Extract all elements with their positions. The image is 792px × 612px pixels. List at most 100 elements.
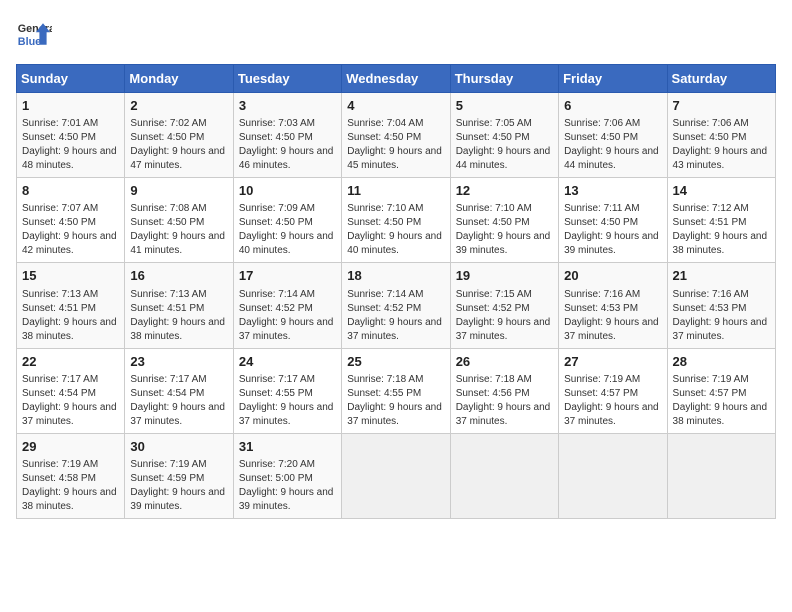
logo: General Blue (16, 16, 52, 52)
daylight-info: Daylight: 9 hours and 44 minutes. (564, 145, 661, 173)
day-number: 5 (456, 97, 553, 115)
calendar-day-27: 27 Sunrise: 7:19 AM Sunset: 4:57 PM Dayl… (559, 348, 667, 433)
day-number: 22 (22, 353, 119, 371)
sunset-info: Sunset: 4:54 PM (22, 387, 119, 401)
sunset-info: Sunset: 4:58 PM (22, 472, 119, 486)
sunrise-info: Sunrise: 7:06 AM (564, 117, 661, 131)
sunrise-info: Sunrise: 7:08 AM (130, 202, 227, 216)
daylight-info: Daylight: 9 hours and 39 minutes. (456, 230, 553, 258)
sunset-info: Sunset: 4:50 PM (564, 131, 661, 145)
sunset-info: Sunset: 4:50 PM (239, 216, 336, 230)
day-number: 28 (673, 353, 770, 371)
sunrise-info: Sunrise: 7:09 AM (239, 202, 336, 216)
day-header-thursday: Thursday (450, 65, 558, 93)
sunset-info: Sunset: 4:51 PM (673, 216, 770, 230)
daylight-info: Daylight: 9 hours and 42 minutes. (22, 230, 119, 258)
sunset-info: Sunset: 4:55 PM (347, 387, 444, 401)
sunrise-info: Sunrise: 7:19 AM (673, 373, 770, 387)
sunset-info: Sunset: 4:50 PM (347, 216, 444, 230)
calendar-header-row: SundayMondayTuesdayWednesdayThursdayFrid… (17, 65, 776, 93)
sunset-info: Sunset: 4:50 PM (673, 131, 770, 145)
sunset-info: Sunset: 4:59 PM (130, 472, 227, 486)
calendar-day-8: 8 Sunrise: 7:07 AM Sunset: 4:50 PM Dayli… (17, 178, 125, 263)
calendar-week-2: 8 Sunrise: 7:07 AM Sunset: 4:50 PM Dayli… (17, 178, 776, 263)
calendar-day-23: 23 Sunrise: 7:17 AM Sunset: 4:54 PM Dayl… (125, 348, 233, 433)
calendar-day-22: 22 Sunrise: 7:17 AM Sunset: 4:54 PM Dayl… (17, 348, 125, 433)
sunrise-info: Sunrise: 7:13 AM (22, 288, 119, 302)
day-number: 23 (130, 353, 227, 371)
daylight-info: Daylight: 9 hours and 38 minutes. (22, 486, 119, 514)
calendar-day-31: 31 Sunrise: 7:20 AM Sunset: 5:00 PM Dayl… (233, 433, 341, 518)
calendar-day-7: 7 Sunrise: 7:06 AM Sunset: 4:50 PM Dayli… (667, 93, 775, 178)
sunrise-info: Sunrise: 7:07 AM (22, 202, 119, 216)
day-number: 1 (22, 97, 119, 115)
sunrise-info: Sunrise: 7:16 AM (673, 288, 770, 302)
daylight-info: Daylight: 9 hours and 38 minutes. (130, 316, 227, 344)
day-header-wednesday: Wednesday (342, 65, 450, 93)
empty-cell (342, 433, 450, 518)
sunset-info: Sunset: 5:00 PM (239, 472, 336, 486)
day-number: 9 (130, 182, 227, 200)
sunrise-info: Sunrise: 7:03 AM (239, 117, 336, 131)
daylight-info: Daylight: 9 hours and 39 minutes. (564, 230, 661, 258)
calendar-day-30: 30 Sunrise: 7:19 AM Sunset: 4:59 PM Dayl… (125, 433, 233, 518)
empty-cell (450, 433, 558, 518)
day-number: 2 (130, 97, 227, 115)
calendar-day-1: 1 Sunrise: 7:01 AM Sunset: 4:50 PM Dayli… (17, 93, 125, 178)
svg-text:Blue: Blue (18, 36, 41, 48)
empty-cell (667, 433, 775, 518)
calendar-day-5: 5 Sunrise: 7:05 AM Sunset: 4:50 PM Dayli… (450, 93, 558, 178)
day-number: 25 (347, 353, 444, 371)
daylight-info: Daylight: 9 hours and 37 minutes. (673, 316, 770, 344)
calendar-week-1: 1 Sunrise: 7:01 AM Sunset: 4:50 PM Dayli… (17, 93, 776, 178)
sunset-info: Sunset: 4:50 PM (456, 216, 553, 230)
day-number: 16 (130, 267, 227, 285)
daylight-info: Daylight: 9 hours and 48 minutes. (22, 145, 119, 173)
sunrise-info: Sunrise: 7:18 AM (456, 373, 553, 387)
daylight-info: Daylight: 9 hours and 37 minutes. (239, 316, 336, 344)
daylight-info: Daylight: 9 hours and 37 minutes. (456, 401, 553, 429)
day-header-friday: Friday (559, 65, 667, 93)
day-number: 17 (239, 267, 336, 285)
day-number: 21 (673, 267, 770, 285)
day-number: 3 (239, 97, 336, 115)
sunrise-info: Sunrise: 7:15 AM (456, 288, 553, 302)
sunrise-info: Sunrise: 7:10 AM (456, 202, 553, 216)
sunset-info: Sunset: 4:50 PM (564, 216, 661, 230)
day-number: 26 (456, 353, 553, 371)
daylight-info: Daylight: 9 hours and 41 minutes. (130, 230, 227, 258)
sunrise-info: Sunrise: 7:19 AM (564, 373, 661, 387)
calendar-day-28: 28 Sunrise: 7:19 AM Sunset: 4:57 PM Dayl… (667, 348, 775, 433)
sunset-info: Sunset: 4:51 PM (22, 302, 119, 316)
calendar-day-17: 17 Sunrise: 7:14 AM Sunset: 4:52 PM Dayl… (233, 263, 341, 348)
sunset-info: Sunset: 4:50 PM (347, 131, 444, 145)
calendar-day-20: 20 Sunrise: 7:16 AM Sunset: 4:53 PM Dayl… (559, 263, 667, 348)
calendar-day-15: 15 Sunrise: 7:13 AM Sunset: 4:51 PM Dayl… (17, 263, 125, 348)
day-number: 13 (564, 182, 661, 200)
sunset-info: Sunset: 4:57 PM (564, 387, 661, 401)
sunrise-info: Sunrise: 7:02 AM (130, 117, 227, 131)
sunrise-info: Sunrise: 7:12 AM (673, 202, 770, 216)
calendar-day-11: 11 Sunrise: 7:10 AM Sunset: 4:50 PM Dayl… (342, 178, 450, 263)
sunrise-info: Sunrise: 7:17 AM (239, 373, 336, 387)
sunrise-info: Sunrise: 7:19 AM (22, 458, 119, 472)
day-number: 10 (239, 182, 336, 200)
calendar-day-2: 2 Sunrise: 7:02 AM Sunset: 4:50 PM Dayli… (125, 93, 233, 178)
sunset-info: Sunset: 4:54 PM (130, 387, 227, 401)
calendar-day-24: 24 Sunrise: 7:17 AM Sunset: 4:55 PM Dayl… (233, 348, 341, 433)
daylight-info: Daylight: 9 hours and 46 minutes. (239, 145, 336, 173)
calendar-day-16: 16 Sunrise: 7:13 AM Sunset: 4:51 PM Dayl… (125, 263, 233, 348)
calendar-day-13: 13 Sunrise: 7:11 AM Sunset: 4:50 PM Dayl… (559, 178, 667, 263)
day-number: 24 (239, 353, 336, 371)
calendar-week-5: 29 Sunrise: 7:19 AM Sunset: 4:58 PM Dayl… (17, 433, 776, 518)
sunset-info: Sunset: 4:50 PM (239, 131, 336, 145)
calendar-day-9: 9 Sunrise: 7:08 AM Sunset: 4:50 PM Dayli… (125, 178, 233, 263)
day-number: 18 (347, 267, 444, 285)
sunrise-info: Sunrise: 7:16 AM (564, 288, 661, 302)
sunset-info: Sunset: 4:50 PM (130, 216, 227, 230)
daylight-info: Daylight: 9 hours and 47 minutes. (130, 145, 227, 173)
day-number: 15 (22, 267, 119, 285)
day-number: 30 (130, 438, 227, 456)
sunrise-info: Sunrise: 7:20 AM (239, 458, 336, 472)
logo-icon: General Blue (16, 16, 52, 52)
